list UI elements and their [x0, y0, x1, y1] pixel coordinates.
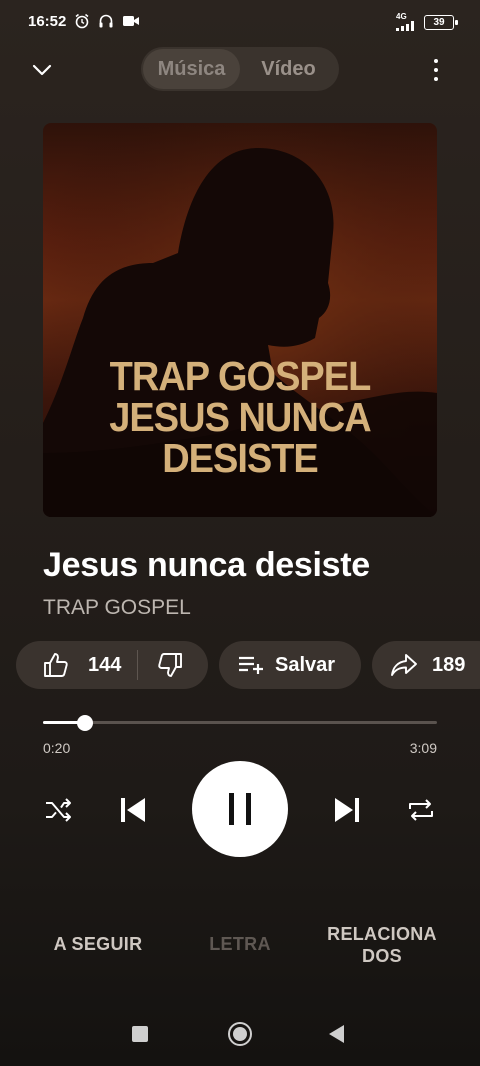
- alarm-icon: [75, 13, 89, 29]
- share-button[interactable]: 189: [372, 641, 480, 689]
- dot: [434, 59, 438, 63]
- divider: [137, 650, 139, 680]
- artwork-line-1: TRAP GOSPEL: [109, 354, 372, 400]
- artwork-line-2: JESUS NUNCA: [109, 395, 371, 441]
- tab-related[interactable]: RELACIONA DOS: [320, 923, 444, 967]
- tab-up-next[interactable]: A SEGUIR: [40, 934, 156, 955]
- thumbs-up-icon[interactable]: [42, 651, 70, 679]
- headphones-icon: [99, 14, 113, 28]
- progress-track[interactable]: [43, 721, 437, 724]
- tab-music[interactable]: Música: [143, 49, 240, 89]
- back-button[interactable]: [329, 1025, 344, 1043]
- shuffle-icon: [46, 798, 71, 822]
- artist-name[interactable]: TRAP GOSPEL: [43, 596, 191, 620]
- collapse-button[interactable]: [28, 56, 56, 84]
- shuffle-button[interactable]: [40, 791, 78, 829]
- dot: [434, 68, 438, 72]
- total-time: 3:09: [409, 740, 437, 756]
- pause-icon: [229, 793, 251, 825]
- network-type: 4G: [396, 12, 407, 21]
- repeat-icon: [409, 799, 433, 821]
- save-button[interactable]: Salvar: [219, 641, 361, 689]
- next-button[interactable]: [326, 789, 368, 831]
- save-label: Salvar: [275, 653, 336, 676]
- home-dot: [233, 1027, 247, 1041]
- chevron-down-icon: [32, 64, 52, 76]
- status-right: 4G 39: [396, 12, 458, 31]
- progress-thumb[interactable]: [76, 715, 93, 731]
- artwork-text: TRAP GOSPEL JESUS NUNCA DESISTE: [43, 356, 437, 479]
- signal-icon: [396, 21, 414, 31]
- like-dislike-group: 144: [16, 641, 208, 689]
- skip-next-icon: [335, 798, 359, 822]
- skip-previous-icon: [121, 798, 145, 822]
- like-count: 144: [88, 653, 122, 676]
- more-options-button[interactable]: [424, 56, 448, 84]
- playlist-add-icon: [239, 656, 263, 674]
- share-count: 189: [432, 653, 466, 676]
- recent-apps-button[interactable]: [132, 1026, 148, 1042]
- home-button[interactable]: [228, 1022, 252, 1046]
- tab-related-line-1: RELACIONA: [327, 924, 437, 944]
- artwork-line-3: DESISTE: [162, 436, 319, 482]
- album-artwork: TRAP GOSPEL JESUS NUNCA DESISTE: [43, 123, 437, 517]
- dot: [434, 77, 438, 81]
- song-title: Jesus nunca desiste: [43, 546, 370, 584]
- thumbs-down-icon[interactable]: [156, 651, 184, 679]
- tab-video[interactable]: Vídeo: [240, 49, 337, 89]
- share-icon: [391, 654, 417, 676]
- tab-related-line-2: DOS: [362, 946, 402, 966]
- status-time: 16:52: [28, 13, 67, 30]
- tab-lyrics[interactable]: LETRA: [190, 934, 290, 955]
- previous-button[interactable]: [112, 789, 154, 831]
- video-camera-icon: [123, 16, 139, 26]
- music-video-toggle: Música Vídeo: [141, 47, 339, 91]
- battery-level: 39: [433, 16, 445, 28]
- current-time: 0:20: [43, 740, 71, 756]
- pause-button[interactable]: [192, 761, 288, 857]
- repeat-button[interactable]: [402, 791, 440, 829]
- status-icons: [74, 13, 140, 29]
- battery-indicator: 39: [424, 14, 458, 30]
